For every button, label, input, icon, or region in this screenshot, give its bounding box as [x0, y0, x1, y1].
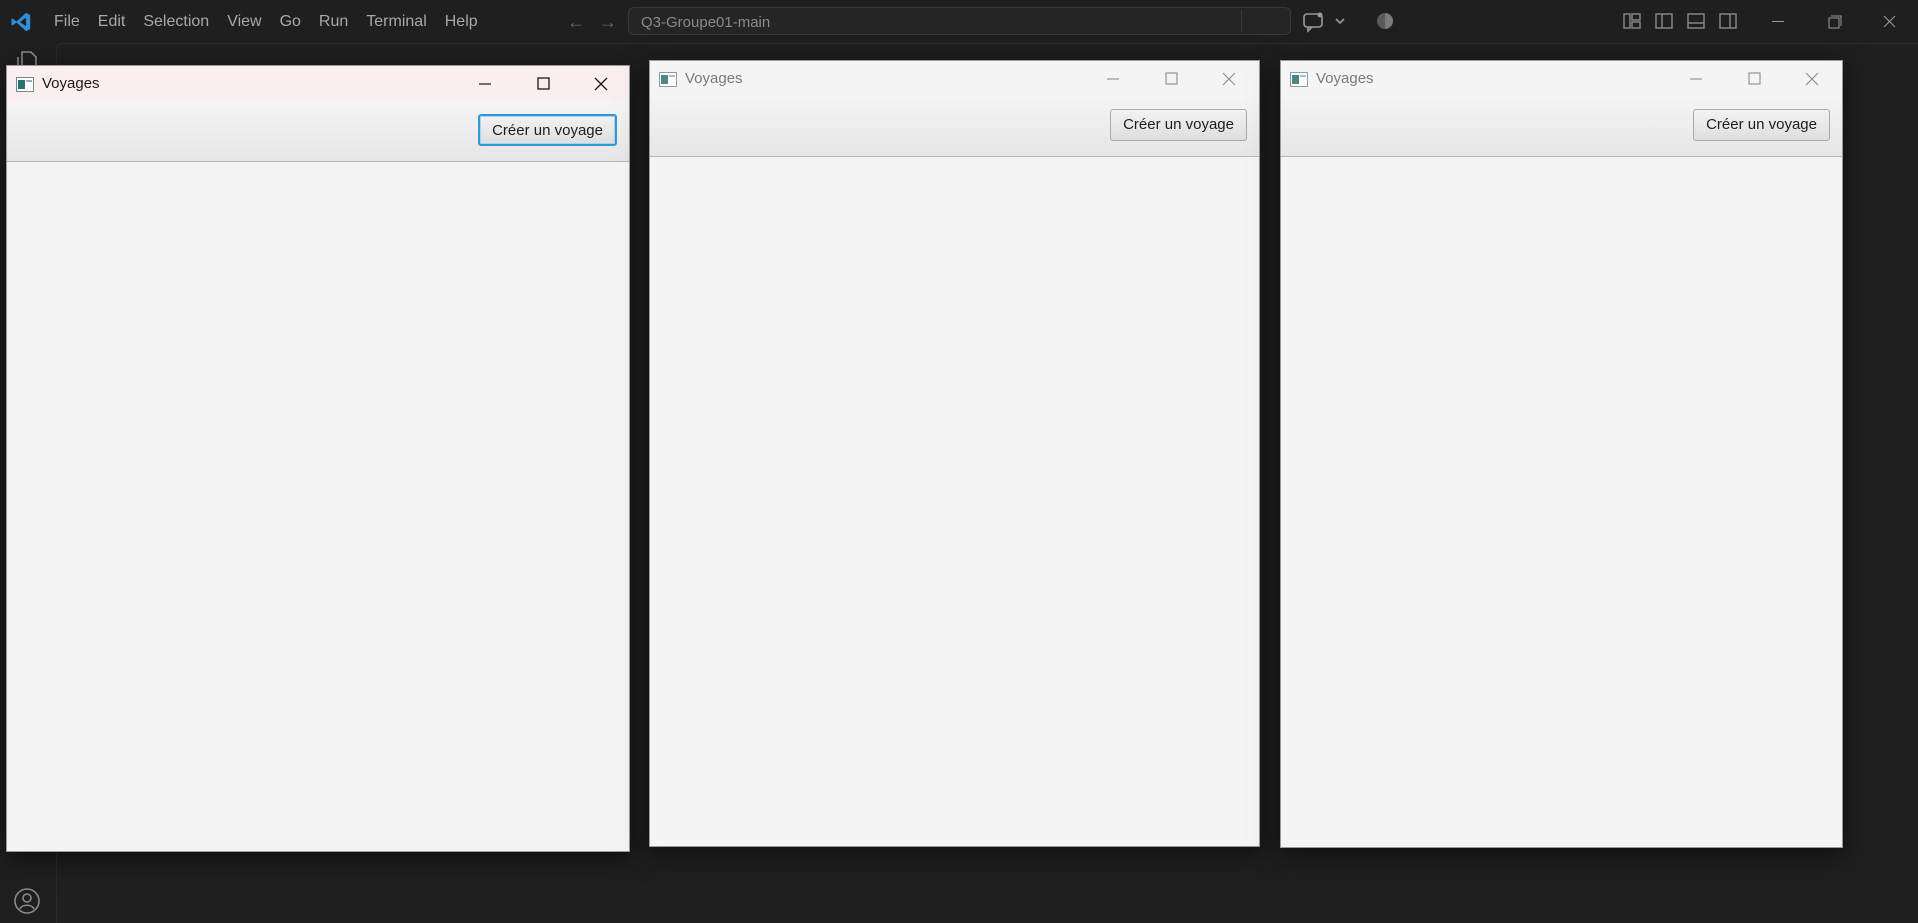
menu-go[interactable]: Go [271, 0, 310, 43]
separator [1241, 10, 1242, 32]
close-icon[interactable] [577, 66, 625, 102]
vscode-close-icon[interactable] [1862, 0, 1918, 43]
vscode-title-bar: File Edit Selection View Go Run Terminal… [0, 0, 1918, 43]
window-title: Voyages [685, 70, 743, 87]
create-voyage-button[interactable]: Créer un voyage [478, 114, 617, 146]
menu-help[interactable]: Help [436, 0, 487, 43]
customize-layout-icon[interactable] [1622, 11, 1642, 31]
maximize-icon[interactable] [519, 66, 567, 102]
menu-edit[interactable]: Edit [89, 0, 135, 43]
window-title-bar[interactable]: Voyages [650, 61, 1259, 97]
voyages-window-1: Voyages Créer un voyage [6, 65, 630, 852]
window-title-bar[interactable]: Voyages [1281, 61, 1842, 97]
maximize-icon[interactable] [1730, 61, 1778, 97]
window-content [1281, 157, 1842, 847]
voyages-window-2: Voyages Créer un voyage [649, 60, 1260, 847]
toggle-panel-icon[interactable] [1686, 11, 1706, 31]
minimize-icon[interactable] [1089, 61, 1137, 97]
copilot-chat-icon[interactable] [1300, 9, 1350, 35]
window-toolbar: Créer un voyage [650, 97, 1259, 157]
app-icon [659, 72, 677, 87]
window-content [650, 157, 1259, 846]
extension-icon[interactable] [1375, 11, 1395, 31]
window-title: Voyages [1316, 70, 1374, 87]
close-icon[interactable] [1205, 61, 1253, 97]
window-title: Voyages [42, 75, 100, 92]
menu-selection[interactable]: Selection [134, 0, 218, 43]
voyages-window-3: Voyages Créer un voyage [1280, 60, 1843, 848]
vscode-minimize-icon[interactable] [1750, 0, 1806, 43]
workspace-name: Q3-Groupe01-main [641, 14, 771, 31]
create-voyage-button[interactable]: Créer un voyage [1110, 109, 1247, 141]
menu-bar: File Edit Selection View Go Run Terminal… [45, 0, 487, 43]
minimize-icon[interactable] [1672, 61, 1720, 97]
create-voyage-button[interactable]: Créer un voyage [1693, 109, 1830, 141]
toggle-primary-sidebar-icon[interactable] [1654, 11, 1674, 31]
vscode-logo-icon [11, 12, 31, 32]
toggle-secondary-sidebar-icon[interactable] [1718, 11, 1738, 31]
maximize-icon[interactable] [1147, 61, 1195, 97]
close-icon[interactable] [1788, 61, 1836, 97]
forward-arrow-icon[interactable]: → [597, 11, 619, 33]
app-icon [1290, 72, 1308, 87]
menu-view[interactable]: View [218, 0, 270, 43]
back-arrow-icon[interactable]: ← [565, 11, 587, 33]
menu-file[interactable]: File [45, 0, 89, 43]
window-content [7, 162, 629, 851]
window-toolbar: Créer un voyage [1281, 97, 1842, 157]
accounts-icon[interactable] [12, 886, 42, 916]
window-toolbar: Créer un voyage [7, 102, 629, 162]
command-center-search[interactable]: Q3-Groupe01-main [628, 7, 1291, 35]
app-icon [16, 77, 34, 92]
menu-run[interactable]: Run [310, 0, 357, 43]
window-title-bar[interactable]: Voyages [7, 66, 629, 102]
minimize-icon[interactable] [461, 66, 509, 102]
vscode-restore-icon[interactable] [1806, 0, 1862, 43]
menu-terminal[interactable]: Terminal [357, 0, 435, 43]
